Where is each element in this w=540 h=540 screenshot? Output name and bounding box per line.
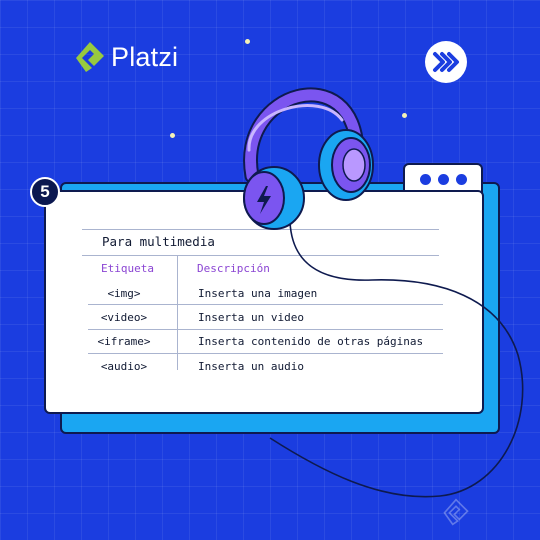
header-description: Descripción	[197, 262, 270, 275]
content-card	[44, 190, 484, 414]
tag-cell: <video>	[100, 311, 148, 324]
table-title: Para multimedia	[102, 234, 215, 249]
window-dot	[419, 173, 431, 185]
table-divider	[82, 229, 439, 230]
sparkle-dot	[245, 39, 250, 44]
description-cell: Inserta contenido de otras páginas	[198, 335, 424, 348]
header-tag: Etiqueta	[101, 262, 154, 275]
platzi-logo-icon	[76, 42, 104, 72]
window-dot	[455, 173, 467, 185]
row-divider	[88, 304, 443, 305]
brand-name: Platzi	[111, 41, 179, 72]
description-cell: Inserta una imagen	[198, 287, 318, 300]
tag-cell: <audio>	[100, 360, 148, 373]
tag-cell: <iframe>	[97, 335, 151, 348]
sparkle-dot	[402, 113, 407, 118]
window-dot	[437, 173, 449, 185]
fast-forward-icon	[425, 41, 467, 83]
table-divider	[82, 255, 439, 256]
description-cell: Inserta un audio	[198, 360, 304, 373]
description-cell: Inserta un video	[198, 311, 304, 324]
step-number-badge: 5	[30, 177, 60, 207]
sparkle-dot	[170, 133, 175, 138]
window-controls	[403, 163, 483, 193]
platzi-logo: Platzi	[74, 40, 178, 74]
row-divider	[88, 329, 443, 330]
tag-cell: <img>	[107, 287, 141, 300]
row-divider	[88, 353, 443, 354]
slide: Platzi 5 Para multimedia Etiqueta Descri…	[0, 0, 540, 540]
platzi-watermark-icon	[443, 498, 469, 526]
